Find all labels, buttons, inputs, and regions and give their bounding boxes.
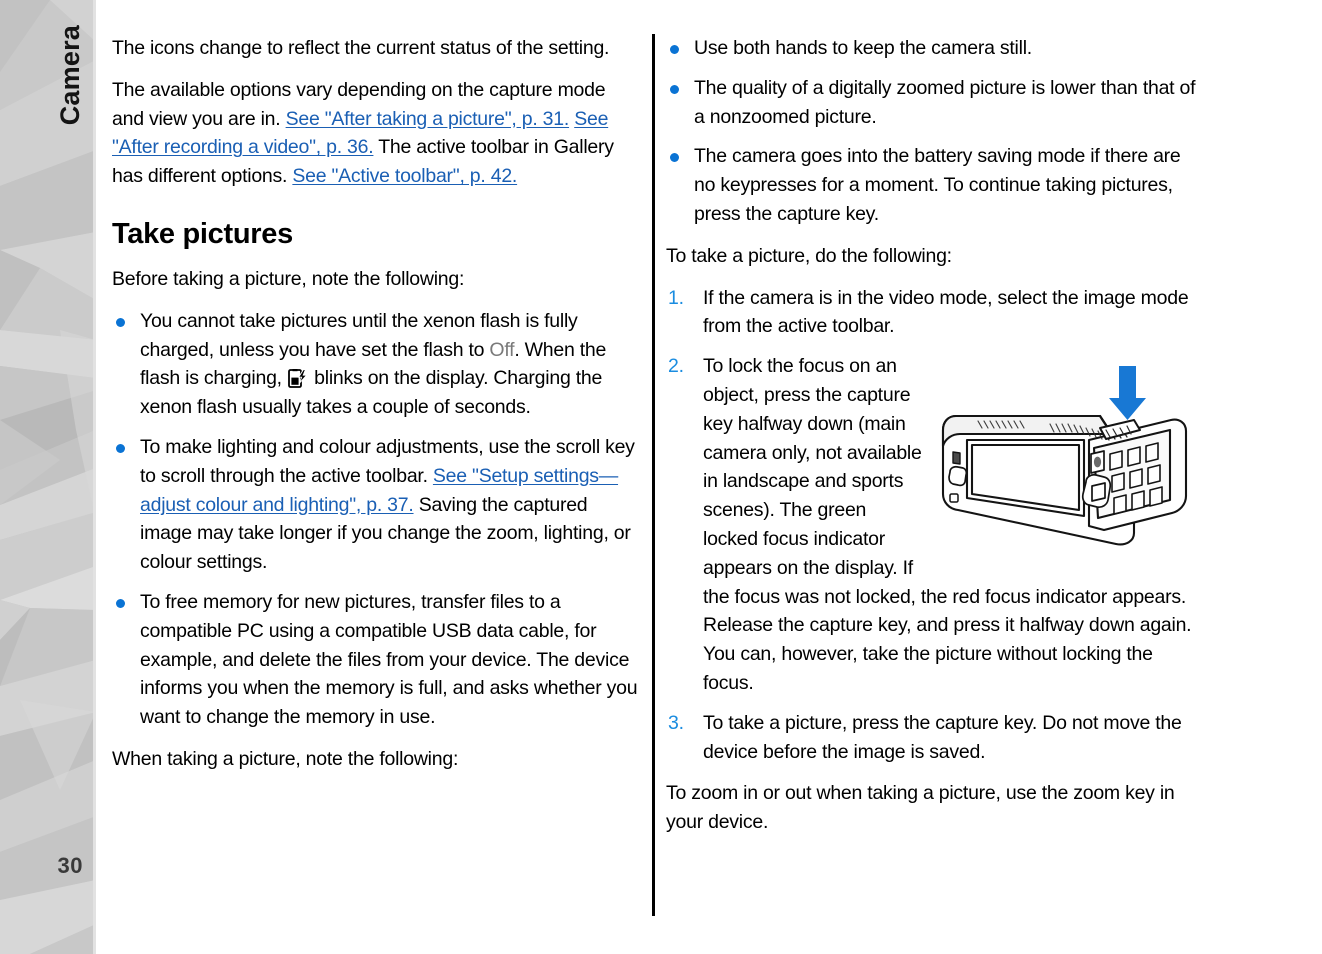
bullet-item-free-memory: To free memory for new pictures, transfe… — [112, 588, 642, 732]
bullet-item-lighting-colour: To make lighting and colour adjustments,… — [112, 433, 642, 577]
page-content: The icons change to reflect the current … — [96, 0, 1322, 954]
bullet-item-both-hands: Use both hands to keep the camera still. — [666, 34, 1196, 63]
step-text-1: If the camera is in the video mode, sele… — [703, 286, 1189, 338]
chapter-sidebar: Camera 30 — [0, 0, 96, 954]
paragraph-options-vary: The available options vary depending on … — [112, 76, 642, 191]
when-taking-bullet-list: Use both hands to keep the camera still.… — [666, 34, 1196, 229]
phone-capture-key-illustration — [934, 358, 1196, 554]
flash-charging-icon — [288, 368, 308, 389]
step-number-2: 2. — [668, 355, 684, 378]
paragraph-zoom-key: To zoom in or out when taking a picture,… — [666, 782, 1175, 834]
bullet-item-xenon-flash: You cannot take pictures until the xenon… — [112, 307, 642, 422]
step-number-1: 1. — [668, 286, 684, 309]
step-text-3: To take a picture, press the capture key… — [703, 711, 1182, 763]
step-item-2: 2. To lock the focus on an object, press… — [666, 352, 1196, 698]
ui-term-off: Off — [489, 338, 515, 361]
page-number: 30 — [57, 853, 83, 878]
link-after-taking-a-picture[interactable]: See "After taking a picture", p. 31. — [286, 108, 570, 130]
before-taking-bullet-list: You cannot take pictures until the xenon… — [112, 307, 642, 732]
link-active-toolbar[interactable]: See "Active toolbar", p. 42. — [292, 165, 517, 187]
step-number-3: 3. — [668, 711, 684, 734]
bullet-item-digital-zoom-quality: The quality of a digitally zoomed pictur… — [666, 74, 1196, 132]
column-divider — [652, 34, 655, 916]
paragraph-icons-status: The icons change to reflect the current … — [112, 37, 610, 59]
step-item-1: 1. If the camera is in the video mode, se… — [666, 284, 1196, 342]
bullet-item-battery-saving-mode: The camera goes into the battery saving … — [666, 142, 1196, 228]
paragraph-to-take-picture: To take a picture, do the following: — [666, 244, 952, 267]
take-picture-step-list: 1. If the camera is in the video mode, se… — [666, 284, 1196, 767]
left-text-column: The icons change to reflect the current … — [112, 34, 642, 774]
right-text-column: Use both hands to keep the camera still.… — [666, 34, 1196, 837]
step-item-3: 3. To take a picture, press the capture k… — [666, 709, 1196, 767]
paragraph-before-taking: Before taking a picture, note the follow… — [112, 267, 465, 290]
section-heading-take-pictures: Take pictures — [112, 217, 293, 250]
blue-down-arrow — [1109, 366, 1146, 421]
paragraph-when-taking: When taking a picture, note the followin… — [112, 747, 459, 770]
sidebar-facet-texture — [0, 0, 96, 954]
